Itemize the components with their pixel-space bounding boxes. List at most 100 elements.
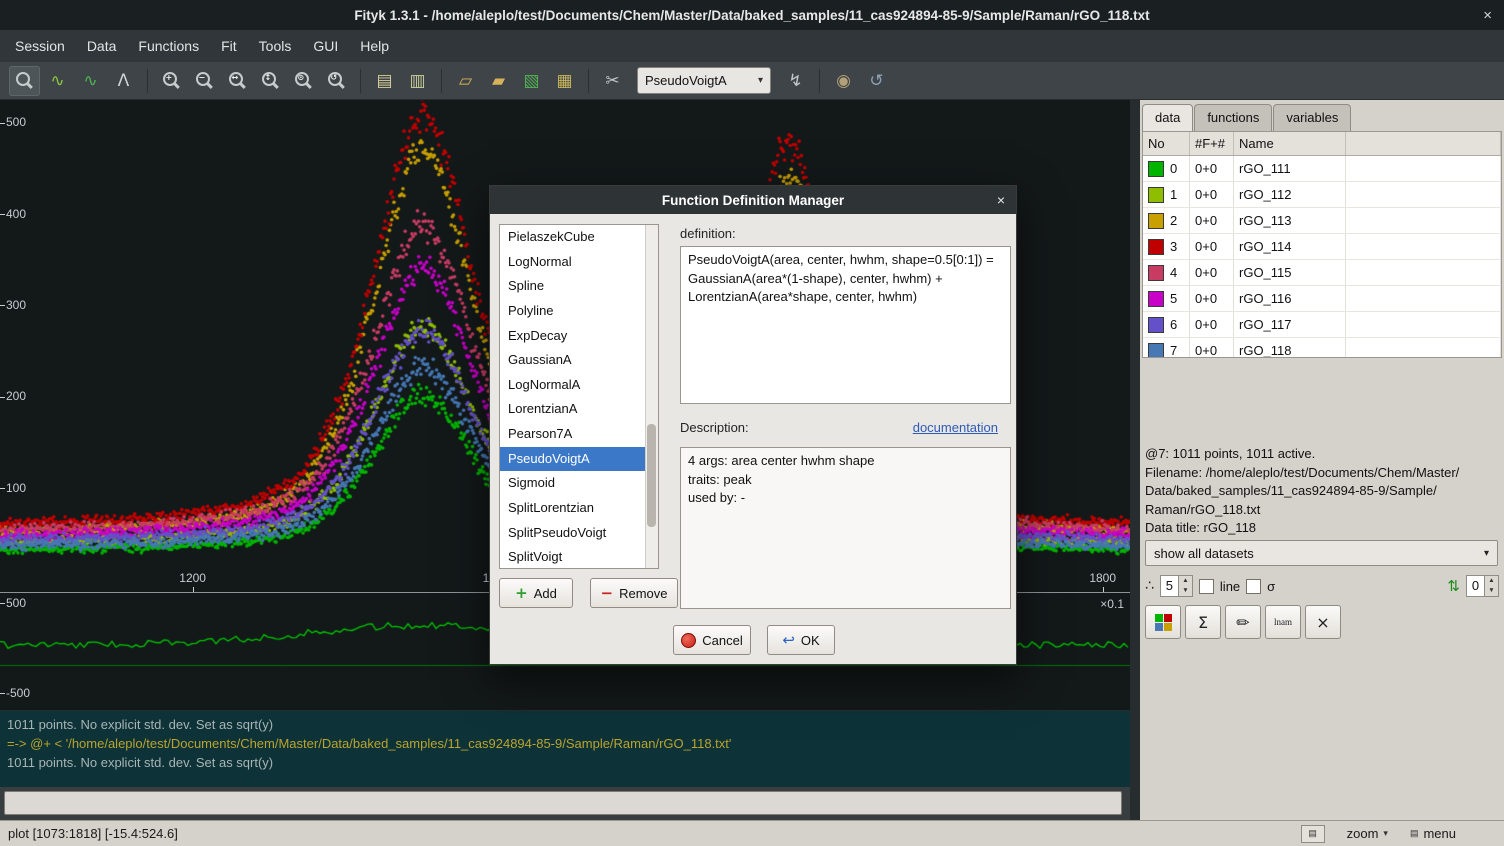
ok-button[interactable]: ↩ OK [767, 625, 835, 655]
function-list[interactable]: PielaszekCubeLogNormalSplinePolylineExpD… [499, 224, 659, 569]
spin-down-icon[interactable]: ▼ [1485, 586, 1498, 596]
dialog-title: Function Definition Manager [662, 193, 844, 208]
window-close-icon[interactable]: × [1483, 0, 1492, 30]
zoom-vertical-button[interactable]: ↕ [255, 66, 286, 96]
dataset-filter-dropdown[interactable]: show all datasets ▾ [1145, 540, 1498, 566]
function-list-item[interactable]: GaussianA [500, 348, 658, 373]
zoom-horizontal-button[interactable]: ↔ [222, 66, 253, 96]
dataset-row[interactable]: 20+0rGO_113 [1143, 208, 1501, 234]
dataset-colors-button[interactable] [1145, 605, 1181, 639]
panel-splitter[interactable] [1130, 100, 1140, 820]
command-row [0, 787, 1130, 820]
function-type-dropdown[interactable]: PseudoVoigtA▾ [637, 67, 771, 94]
tab-functions[interactable]: functions [1194, 104, 1272, 131]
tab-variables[interactable]: variables [1273, 104, 1351, 131]
spin-up-icon[interactable]: ▲ [1485, 576, 1498, 586]
menu-fit[interactable]: Fit [210, 33, 248, 59]
sigma-checkbox-label: σ [1267, 579, 1275, 594]
sidebar: datafunctionsvariables No#F+#Name 00+0rG… [1140, 100, 1504, 820]
function-list-item[interactable]: PielaszekCube [500, 225, 658, 250]
statusbar: plot [1073:1818] [-15.4:524.6] ▤ zoom ▾ … [0, 820, 1504, 846]
function-list-item[interactable]: ExpDecay [500, 324, 658, 349]
edit-formula-button[interactable]: ✏ [1225, 605, 1261, 639]
zoom-out-button[interactable]: − [189, 66, 220, 96]
spin-up-icon[interactable]: ▲ [1179, 576, 1192, 586]
background-mode-button[interactable]: ∿ [75, 66, 106, 96]
command-input[interactable] [4, 791, 1122, 815]
console-line: 1011 points. No explicit std. dev. Set a… [7, 715, 1123, 734]
menu-tools[interactable]: Tools [248, 33, 303, 59]
dataset-color-swatch [1148, 239, 1164, 255]
point-size-spinner[interactable]: 5 ▲▼ [1160, 575, 1193, 597]
zoom-dropdown[interactable]: zoom ▾ [1347, 826, 1388, 841]
function-list-item[interactable]: SplitLorentzian [500, 496, 658, 521]
menu-data[interactable]: Data [76, 33, 128, 59]
list-scrollbar[interactable] [645, 225, 658, 568]
documentation-link[interactable]: documentation [913, 420, 998, 435]
y-tick-label: 300 [0, 298, 26, 312]
menu-dropdown[interactable]: ▤ menu [1410, 826, 1456, 841]
definition-textarea[interactable]: PseudoVoigtA(area, center, hwhm, shape=0… [680, 246, 1011, 404]
dataset-row[interactable]: 50+0rGO_116 [1143, 286, 1501, 312]
add-peak-mode-button[interactable]: Λ [108, 66, 139, 96]
statusbar-grip-icon[interactable]: ▤ [1301, 825, 1325, 843]
zoom-mode-button[interactable] [9, 66, 40, 96]
data-range-mode-button[interactable]: ∿ [42, 66, 73, 96]
scrollbar-thumb[interactable] [647, 424, 656, 527]
dataset-row[interactable]: 70+0rGO_118 [1143, 338, 1501, 358]
menu-functions[interactable]: Functions [127, 33, 210, 59]
function-list-item[interactable]: SplitPseudoVoigt [500, 521, 658, 546]
output-console[interactable]: 1011 points. No explicit std. dev. Set a… [0, 711, 1130, 787]
export-image-button[interactable]: ▦ [549, 66, 580, 96]
magnifier-icon: ↔ [228, 71, 247, 90]
spin-down-icon[interactable]: ▼ [1179, 586, 1192, 596]
menu-help[interactable]: Help [349, 33, 400, 59]
zoom-in-button[interactable]: + [156, 66, 187, 96]
dialog-close-icon[interactable]: × [997, 186, 1005, 214]
delete-dataset-button[interactable]: × [1305, 605, 1341, 639]
function-list-item[interactable]: Pearson7A [500, 422, 658, 447]
function-list-item[interactable]: Polyline [500, 299, 658, 324]
name-format-button[interactable]: lnam [1265, 605, 1301, 639]
menu-session[interactable]: Session [4, 33, 76, 59]
data-transform-button[interactable]: ✂ [597, 66, 628, 96]
dataset-row[interactable]: 60+0rGO_117 [1143, 312, 1501, 338]
point-size-value: 5 [1161, 576, 1178, 596]
function-list-item[interactable]: LogNormal [500, 250, 658, 275]
function-list-item[interactable]: PseudoVoigtA [500, 447, 658, 472]
undo-fit-button[interactable]: ↺ [861, 66, 892, 96]
zoom-previous-button[interactable]: ↺ [321, 66, 352, 96]
column-header [1346, 132, 1501, 155]
auto-add-peak-button[interactable]: ↯ [780, 66, 811, 96]
menu-gui[interactable]: GUI [302, 33, 349, 59]
function-list-item[interactable]: Spline [500, 274, 658, 299]
function-list-item[interactable]: SplitVoigt [500, 545, 658, 569]
add-button[interactable]: + Add [499, 578, 573, 608]
dataset-row[interactable]: 30+0rGO_114 [1143, 234, 1501, 260]
function-list-item[interactable]: Sigmoid [500, 471, 658, 496]
cancel-button[interactable]: Cancel [673, 625, 751, 655]
data-range-mode-icon: ∿ [50, 71, 64, 91]
shift-spinner[interactable]: 0 ▲▼ [1466, 575, 1499, 597]
zoom-all-button[interactable]: ⊙ [288, 66, 319, 96]
line-checkbox[interactable] [1199, 579, 1214, 594]
remove-button[interactable]: − Remove [590, 578, 678, 608]
append-data-button[interactable]: ▰ [483, 66, 514, 96]
script-editor-icon: ▥ [409, 71, 425, 91]
open-data-button[interactable]: ▱ [450, 66, 481, 96]
dataset-row[interactable]: 10+0rGO_112 [1143, 182, 1501, 208]
toolbar-separator [360, 69, 361, 93]
script-editor-button[interactable]: ▥ [402, 66, 433, 96]
save-plot-button[interactable]: ▧ [516, 66, 547, 96]
run-fit-icon: ◉ [836, 71, 851, 91]
dataset-row[interactable]: 40+0rGO_115 [1143, 260, 1501, 286]
tab-data[interactable]: data [1142, 104, 1193, 131]
sigma-checkbox[interactable] [1246, 579, 1261, 594]
function-list-item[interactable]: LogNormalA [500, 373, 658, 398]
dataset-row[interactable]: 00+0rGO_111 [1143, 156, 1501, 182]
sum-button[interactable]: Σ [1185, 605, 1221, 639]
session-log-button[interactable]: ▤ [369, 66, 400, 96]
function-list-item[interactable]: LorentzianA [500, 397, 658, 422]
run-fit-button[interactable]: ◉ [828, 66, 859, 96]
open-data-icon: ▱ [459, 71, 472, 91]
